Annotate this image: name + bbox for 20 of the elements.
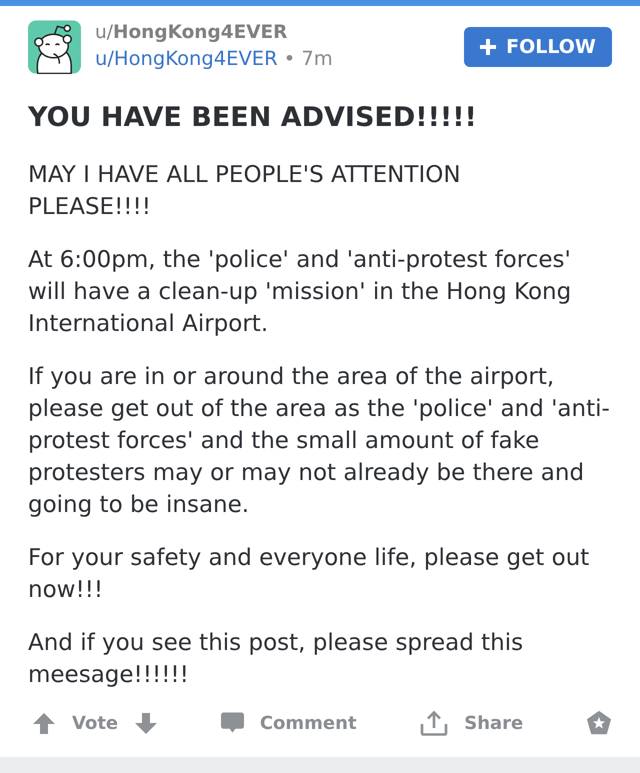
star-badge-icon[interactable] <box>586 711 611 735</box>
follow-button[interactable]: FOLLOW <box>464 27 612 67</box>
avatar-icon[interactable] <box>28 20 81 74</box>
upvote-arrow-icon[interactable] <box>33 712 55 734</box>
comment-button[interactable]: Comment <box>220 712 357 734</box>
share-button[interactable]: Share <box>420 710 524 736</box>
post-paragraph: If you are in or around the area of the airport, please get out of the area as the 'police' and 'anti-protest forces' and the small amount of fake protesters may or may not already be there and going to be insane. <box>28 363 611 520</box>
author-link[interactable]: u/HongKong4EVER <box>95 46 278 72</box>
author-subtitle: u/HongKong4EVER <box>95 21 288 45</box>
post-paragraph: And if you see this post, please spread this meesage!!!!!! <box>28 629 524 690</box>
post-age: • 7m <box>284 46 333 72</box>
share-icon <box>420 710 448 736</box>
post-paragraph: For your safety and everyone life, please get out now!!! <box>28 544 590 605</box>
post-paragraph: At 6:00pm, the 'police' and 'anti-protest forces' will have a clean-up 'mission' in the Hong Kong International Airport. <box>28 246 572 339</box>
vote-label: Vote <box>72 712 118 734</box>
downvote-arrow-icon[interactable] <box>135 712 158 734</box>
speech-bubble-icon <box>220 712 244 734</box>
post-title: YOU HAVE BEEN ADVISED!!!!! <box>28 101 478 135</box>
post-paragraph: MAY I HAVE ALL PEOPLE'S ATTENTION PLEASE!!!! <box>28 161 462 222</box>
plus-icon <box>480 39 496 55</box>
